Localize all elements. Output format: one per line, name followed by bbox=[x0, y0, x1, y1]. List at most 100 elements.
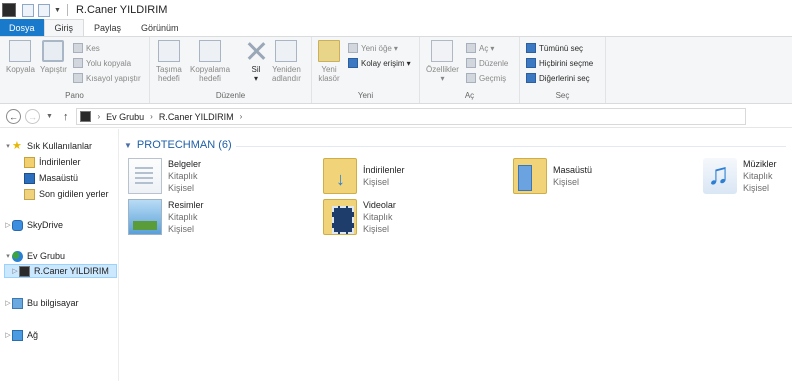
skydrive-icon bbox=[12, 219, 23, 231]
move-to-button[interactable]: Taşıma hedefi bbox=[156, 40, 182, 83]
back-icon[interactable]: ← bbox=[6, 109, 21, 124]
clipboard-group: Kopyala Yapıştır Kes Yolu kopyala Kısayo… bbox=[0, 37, 150, 103]
nav-favorites[interactable]: ▾ ★ Sık Kullanılanlar bbox=[4, 139, 92, 153]
nav-user[interactable]: ▷ R.Caner YILDIRIM bbox=[4, 264, 117, 278]
homegroup-user-icon[interactable] bbox=[2, 3, 16, 17]
nav-recent[interactable]: Son gidilen yerler bbox=[24, 187, 109, 201]
library-item[interactable]: Masaüstü Kişisel bbox=[513, 158, 592, 194]
nav-desktop[interactable]: Masaüstü bbox=[24, 171, 78, 185]
paste-icon bbox=[42, 40, 65, 62]
rename-label-2: adlandır bbox=[272, 74, 301, 83]
edit-label: Düzenle bbox=[479, 58, 509, 68]
new-folder-button[interactable]: Yeni klasör bbox=[318, 40, 340, 83]
select-none-button[interactable]: Hiçbirini seçme bbox=[526, 58, 593, 68]
copy-button[interactable]: Kopyala bbox=[6, 40, 35, 74]
ribbon: Kopyala Yapıştır Kes Yolu kopyala Kısayo… bbox=[0, 36, 792, 104]
copy-to-button[interactable]: Kopyalama hedefi bbox=[190, 40, 230, 83]
invert-selection-icon bbox=[526, 73, 536, 83]
collapse-icon[interactable]: ▾ bbox=[4, 252, 12, 260]
delete-button[interactable]: Sil ▾ bbox=[245, 40, 267, 83]
library-item-name: Belgeler bbox=[168, 159, 202, 169]
open-button[interactable]: Aç ▾ bbox=[466, 43, 494, 53]
library-item-type: Kitaplık bbox=[363, 212, 393, 222]
rename-label-1: Yeniden bbox=[272, 65, 301, 74]
content-group-header[interactable]: ▼ PROTECHMAN (6) bbox=[124, 139, 232, 151]
new-folder-label-2: klasör bbox=[318, 74, 340, 83]
rename-button[interactable]: Yeniden adlandır bbox=[272, 40, 301, 83]
copy-to-label-2: hedefi bbox=[199, 74, 221, 83]
library-item[interactable]: Resimler Kitaplık Kişisel bbox=[128, 199, 204, 235]
nav-skydrive-label: SkyDrive bbox=[27, 220, 64, 230]
copy-path-button[interactable]: Yolu kopyala bbox=[73, 58, 131, 68]
select-group: Tümünü seç Hiçbirini seçme Diğerlerini s… bbox=[520, 37, 606, 103]
nav-downloads-label: İndirilenler bbox=[39, 157, 81, 167]
properties-icon bbox=[431, 40, 454, 62]
expand-icon[interactable]: ▷ bbox=[11, 267, 19, 275]
paste-shortcut-button[interactable]: Kısayol yapıştır bbox=[73, 73, 141, 83]
videos-library-icon bbox=[323, 199, 357, 235]
history-button[interactable]: Geçmiş bbox=[466, 73, 506, 83]
computer-icon bbox=[12, 297, 23, 309]
pictures-library-icon bbox=[128, 199, 162, 235]
expand-icon[interactable]: ▷ bbox=[4, 331, 12, 339]
up-icon[interactable]: ↑ bbox=[63, 111, 69, 123]
cut-button[interactable]: Kes bbox=[73, 43, 100, 53]
library-item-type: Kitaplık bbox=[168, 212, 198, 222]
organize-group-label: Düzenle bbox=[215, 91, 246, 100]
open-icon bbox=[466, 43, 476, 53]
new-folder-quick-access-icon[interactable] bbox=[38, 3, 50, 17]
tab-home[interactable]: Giriş bbox=[43, 19, 85, 36]
new-item-label: Yeni öğe bbox=[361, 43, 392, 53]
breadcrumb-chevron-icon[interactable]: › bbox=[240, 112, 243, 121]
tab-file[interactable]: Dosya bbox=[0, 19, 44, 36]
delete-dropdown-icon[interactable]: ▾ bbox=[254, 74, 258, 83]
forward-icon[interactable]: → bbox=[25, 109, 40, 124]
breadcrumb-chevron-icon[interactable]: › bbox=[150, 112, 153, 121]
expand-icon[interactable]: ▷ bbox=[4, 299, 12, 307]
nav-computer[interactable]: ▷ Bu bilgisayar bbox=[4, 296, 79, 310]
library-item[interactable]: Videolar Kitaplık Kişisel bbox=[323, 199, 396, 235]
new-item-button[interactable]: Yeni öğe ▾ bbox=[348, 43, 398, 53]
expand-icon[interactable]: ▷ bbox=[4, 221, 12, 229]
breadcrumb-user[interactable]: R.Caner YILDIRIM bbox=[159, 112, 234, 122]
library-item-text: Videolar Kitaplık Kişisel bbox=[363, 199, 396, 235]
library-item-text: Belgeler Kitaplık Kişisel bbox=[168, 158, 201, 194]
nav-downloads[interactable]: İndirilenler bbox=[24, 155, 81, 169]
library-item[interactable]: Müzikler Kitaplık Kişisel bbox=[703, 158, 777, 194]
library-item-type: Kişisel bbox=[363, 177, 390, 187]
invert-selection-button[interactable]: Diğerlerini seç bbox=[526, 73, 590, 83]
navigation-bar: ← → ▼ ↑ › Ev Grubu › R.Caner YILDIRIM › bbox=[0, 106, 792, 128]
collapse-icon[interactable]: ▾ bbox=[4, 142, 12, 150]
library-item-type: Kitaplık bbox=[168, 171, 198, 181]
tab-share[interactable]: Paylaş bbox=[84, 19, 131, 36]
nav-homegroup[interactable]: ▾ Ev Grubu bbox=[4, 249, 65, 263]
breadcrumb-homegroup[interactable]: Ev Grubu bbox=[106, 112, 144, 122]
select-all-icon bbox=[526, 43, 536, 53]
edit-icon bbox=[466, 58, 476, 68]
documents-library-icon bbox=[128, 158, 162, 194]
address-bar[interactable]: › Ev Grubu › R.Caner YILDIRIM › bbox=[76, 108, 747, 125]
downloads-folder-icon bbox=[323, 158, 357, 194]
properties-dropdown-icon[interactable]: ▾ bbox=[440, 74, 444, 83]
paste-shortcut-label: Kısayol yapıştır bbox=[86, 73, 141, 83]
easy-access-button[interactable]: Kolay erişim ▾ bbox=[348, 58, 411, 68]
paste-label: Yapıştır bbox=[40, 65, 67, 74]
paste-button[interactable]: Yapıştır bbox=[40, 40, 67, 74]
recent-locations-icon[interactable]: ▼ bbox=[46, 113, 53, 120]
copy-label: Kopyala bbox=[6, 65, 35, 74]
collapse-group-icon[interactable]: ▼ bbox=[124, 141, 132, 150]
nav-skydrive[interactable]: ▷ SkyDrive bbox=[4, 218, 63, 232]
edit-button[interactable]: Düzenle bbox=[466, 58, 508, 68]
nav-network[interactable]: ▷ Ağ bbox=[4, 328, 38, 342]
select-all-button[interactable]: Tümünü seç bbox=[526, 43, 583, 53]
library-item-owner: Kişisel bbox=[168, 183, 195, 193]
library-item[interactable]: İndirilenler Kişisel bbox=[323, 158, 405, 194]
library-item[interactable]: Belgeler Kitaplık Kişisel bbox=[128, 158, 201, 194]
properties-quick-access-icon[interactable] bbox=[22, 3, 34, 17]
quick-access-dropdown-icon[interactable]: ▼ bbox=[54, 7, 61, 14]
breadcrumb-chevron-icon[interactable]: › bbox=[97, 112, 100, 121]
tab-view[interactable]: Görünüm bbox=[131, 19, 189, 36]
new-folder-label-1: Yeni bbox=[321, 65, 337, 74]
open-label: Aç bbox=[479, 43, 489, 53]
properties-button[interactable]: Özellikler ▾ bbox=[426, 40, 459, 83]
